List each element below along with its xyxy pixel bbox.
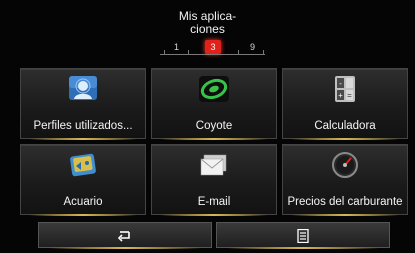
profiles-icon (69, 76, 97, 100)
coyote-icon (199, 76, 229, 102)
page-indicator[interactable]: 1 3 9 (160, 40, 265, 56)
app-label: Calculadora (314, 120, 376, 132)
app-tile-coyote[interactable]: Coyote (151, 68, 277, 140)
app-label: E-mail (197, 196, 231, 208)
current-page-badge: 3 (205, 40, 221, 54)
app-label: Precios del carburante (287, 196, 403, 208)
app-tile-fuel-prices[interactable]: Precios del carburante (282, 144, 408, 216)
app-label: Coyote (195, 120, 233, 132)
bottom-bar (38, 222, 390, 249)
app-tile-email[interactable]: E-mail (151, 144, 277, 216)
app-tile-profiles[interactable]: Perfiles utilizados... (20, 68, 146, 140)
pager-line (160, 54, 265, 55)
apps-grid: Perfiles utilizados... Coyote - + = Calc… (20, 68, 411, 216)
aquarium-icon (70, 153, 96, 177)
app-screen: Mis aplica- ciones 1 3 9 Perfiles utiliz… (0, 0, 415, 253)
back-button[interactable] (38, 222, 212, 249)
app-label: Acuario (63, 196, 103, 208)
app-tile-aquarium[interactable]: Acuario (20, 144, 146, 216)
app-label: Perfiles utilizados... (33, 120, 133, 132)
fuel-gauge-icon (332, 152, 358, 178)
menu-button[interactable] (216, 222, 390, 249)
page-title-text: Mis aplica- ciones (178, 9, 237, 36)
email-icon (200, 154, 227, 176)
app-tile-calculator[interactable]: - + = Calculadora (282, 68, 408, 140)
svg-text:+: + (338, 91, 343, 100)
svg-text:-: - (339, 79, 342, 88)
back-arrow-icon (117, 231, 130, 242)
page-first-number: 1 (174, 42, 180, 52)
page-title: Mis aplica- ciones (150, 10, 265, 36)
page-last-number: 9 (250, 42, 256, 52)
svg-text:=: = (347, 91, 352, 100)
calculator-icon: - + = (335, 76, 355, 102)
menu-list-icon (297, 229, 309, 243)
